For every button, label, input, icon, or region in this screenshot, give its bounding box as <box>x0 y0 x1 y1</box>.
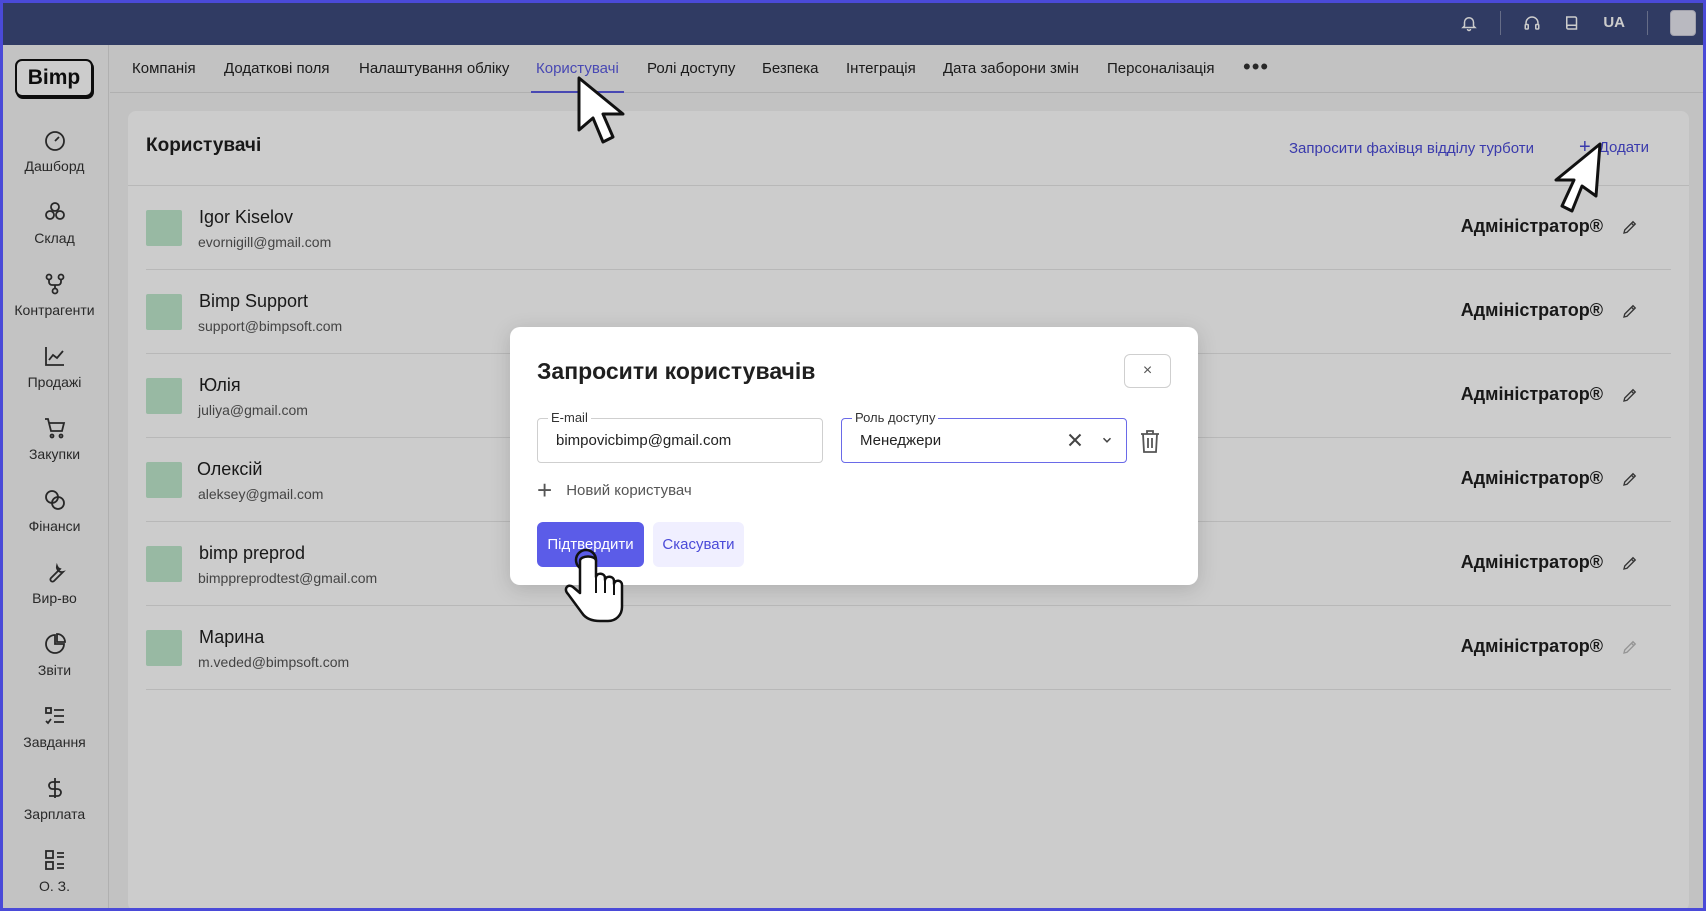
email-input[interactable]: bimpovicbimp@gmail.com <box>556 432 731 449</box>
trash-icon[interactable] <box>1138 428 1162 454</box>
plus-icon: + <box>537 475 553 505</box>
new-user-label: Новий користувач <box>566 481 692 499</box>
role-select[interactable]: Роль доступу Менеджери <box>841 410 1127 463</box>
role-value[interactable]: Менеджери <box>860 432 941 449</box>
email-label: E-mail <box>548 410 591 426</box>
arrow-cursor-icon <box>1554 142 1602 213</box>
close-button[interactable]: × <box>1124 354 1171 388</box>
chevron-down-icon[interactable] <box>1100 433 1114 447</box>
cancel-button[interactable]: Скасувати <box>653 522 744 567</box>
role-label: Роль доступу <box>852 410 939 426</box>
modal-title: Запросити користувачів <box>537 358 816 384</box>
hand-cursor-icon <box>564 548 624 623</box>
add-new-user-button[interactable]: + Новий користувач <box>537 475 692 505</box>
arrow-cursor-icon <box>577 76 625 144</box>
clear-icon[interactable] <box>1064 429 1086 451</box>
email-field[interactable]: E-mail bimpovicbimp@gmail.com <box>537 410 823 463</box>
